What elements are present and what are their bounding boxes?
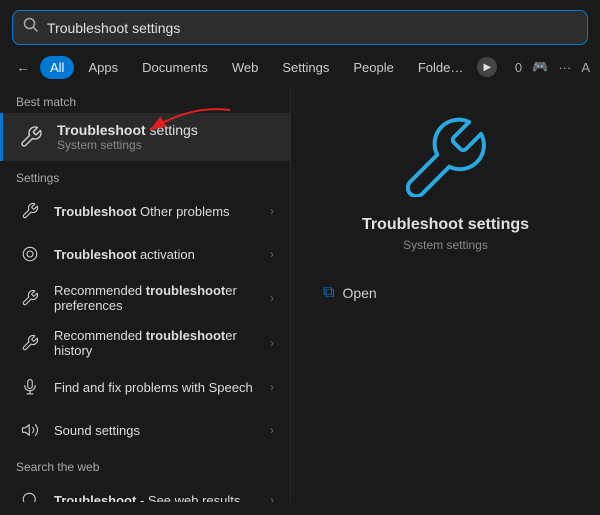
best-match-text: Troubleshoot settings System settings (57, 122, 198, 152)
list-item[interactable]: Find and fix problems with Speech › (4, 366, 286, 408)
nav-right: 0 🎮 ··· A (515, 59, 590, 75)
web-search-item[interactable]: Troubleshoot - See web results › (4, 479, 286, 502)
best-match-label: Best match (0, 87, 290, 113)
speech-text: Find and fix problems with Speech (54, 380, 260, 395)
tab-apps[interactable]: Apps (78, 56, 128, 79)
right-panel: Troubleshoot settings System settings ⧉ … (290, 87, 600, 502)
web-section-label: Search the web (0, 452, 290, 478)
web-search-icon (16, 486, 44, 502)
web-search-text: Troubleshoot - See web results (54, 493, 260, 503)
best-match-item[interactable]: Troubleshoot settings System settings (0, 113, 290, 161)
user-avatar[interactable]: A (581, 60, 590, 75)
list-item[interactable]: Recommended troubleshooter history › (4, 321, 286, 365)
recommended-history-text: Recommended troubleshooter history (54, 328, 260, 358)
right-panel-title: Troubleshoot settings (362, 216, 529, 234)
settings-section-label: Settings (0, 163, 290, 189)
best-match-icon (15, 121, 47, 153)
chevron-right-icon: › (270, 380, 274, 394)
search-input[interactable] (47, 20, 577, 36)
open-label: Open (342, 285, 376, 301)
controller-icon: 🎮 (532, 59, 548, 75)
tab-documents[interactable]: Documents (132, 56, 218, 79)
best-match-subtitle: System settings (57, 138, 198, 152)
troubleshoot-other-text: Troubleshoot Other problems (54, 204, 260, 219)
more-options[interactable]: ··· (558, 60, 571, 75)
nav-count: 0 (515, 60, 522, 75)
recommended-pref-icon (16, 284, 44, 312)
chevron-right-icon: › (270, 247, 274, 261)
more-tabs-button[interactable]: ▶ (477, 57, 497, 77)
tab-people[interactable]: People (343, 56, 403, 79)
tab-folders[interactable]: Folde… (408, 56, 474, 79)
tab-settings[interactable]: Settings (272, 56, 339, 79)
main-content: Best match Troubleshoot settings System … (0, 87, 600, 502)
speech-icon (16, 373, 44, 401)
list-item[interactable]: Troubleshoot Other problems › (4, 190, 286, 232)
search-icon (23, 17, 39, 38)
list-item[interactable]: Recommended troubleshooter preferences › (4, 276, 286, 320)
right-panel-icon (406, 117, 486, 202)
right-panel-subtitle: System settings (403, 238, 488, 252)
search-bar[interactable] (12, 10, 588, 45)
tab-all[interactable]: All (40, 56, 74, 79)
chevron-right-icon: › (270, 204, 274, 218)
back-button[interactable]: ← (10, 55, 36, 79)
sound-text: Sound settings (54, 423, 260, 438)
tab-web[interactable]: Web (222, 56, 269, 79)
open-icon: ⧉ (323, 284, 334, 302)
chevron-right-icon: › (270, 493, 274, 502)
list-item[interactable]: Troubleshoot activation › (4, 233, 286, 275)
chevron-right-icon: › (270, 291, 274, 305)
troubleshoot-activation-icon (16, 240, 44, 268)
open-button[interactable]: ⧉ Open (311, 276, 580, 310)
troubleshoot-activation-text: Troubleshoot activation (54, 247, 260, 262)
left-panel: Best match Troubleshoot settings System … (0, 87, 290, 502)
recommended-history-icon (16, 329, 44, 357)
chevron-right-icon: › (270, 336, 274, 350)
list-item[interactable]: Sound settings › (4, 409, 286, 451)
right-panel-actions: ⧉ Open (311, 276, 580, 310)
troubleshoot-other-icon (16, 197, 44, 225)
sound-icon (16, 416, 44, 444)
chevron-right-icon: › (270, 423, 274, 437)
nav-tabs: ← All Apps Documents Web Settings People… (0, 55, 600, 79)
best-match-title: Troubleshoot settings (57, 122, 198, 138)
recommended-pref-text: Recommended troubleshooter preferences (54, 283, 260, 313)
